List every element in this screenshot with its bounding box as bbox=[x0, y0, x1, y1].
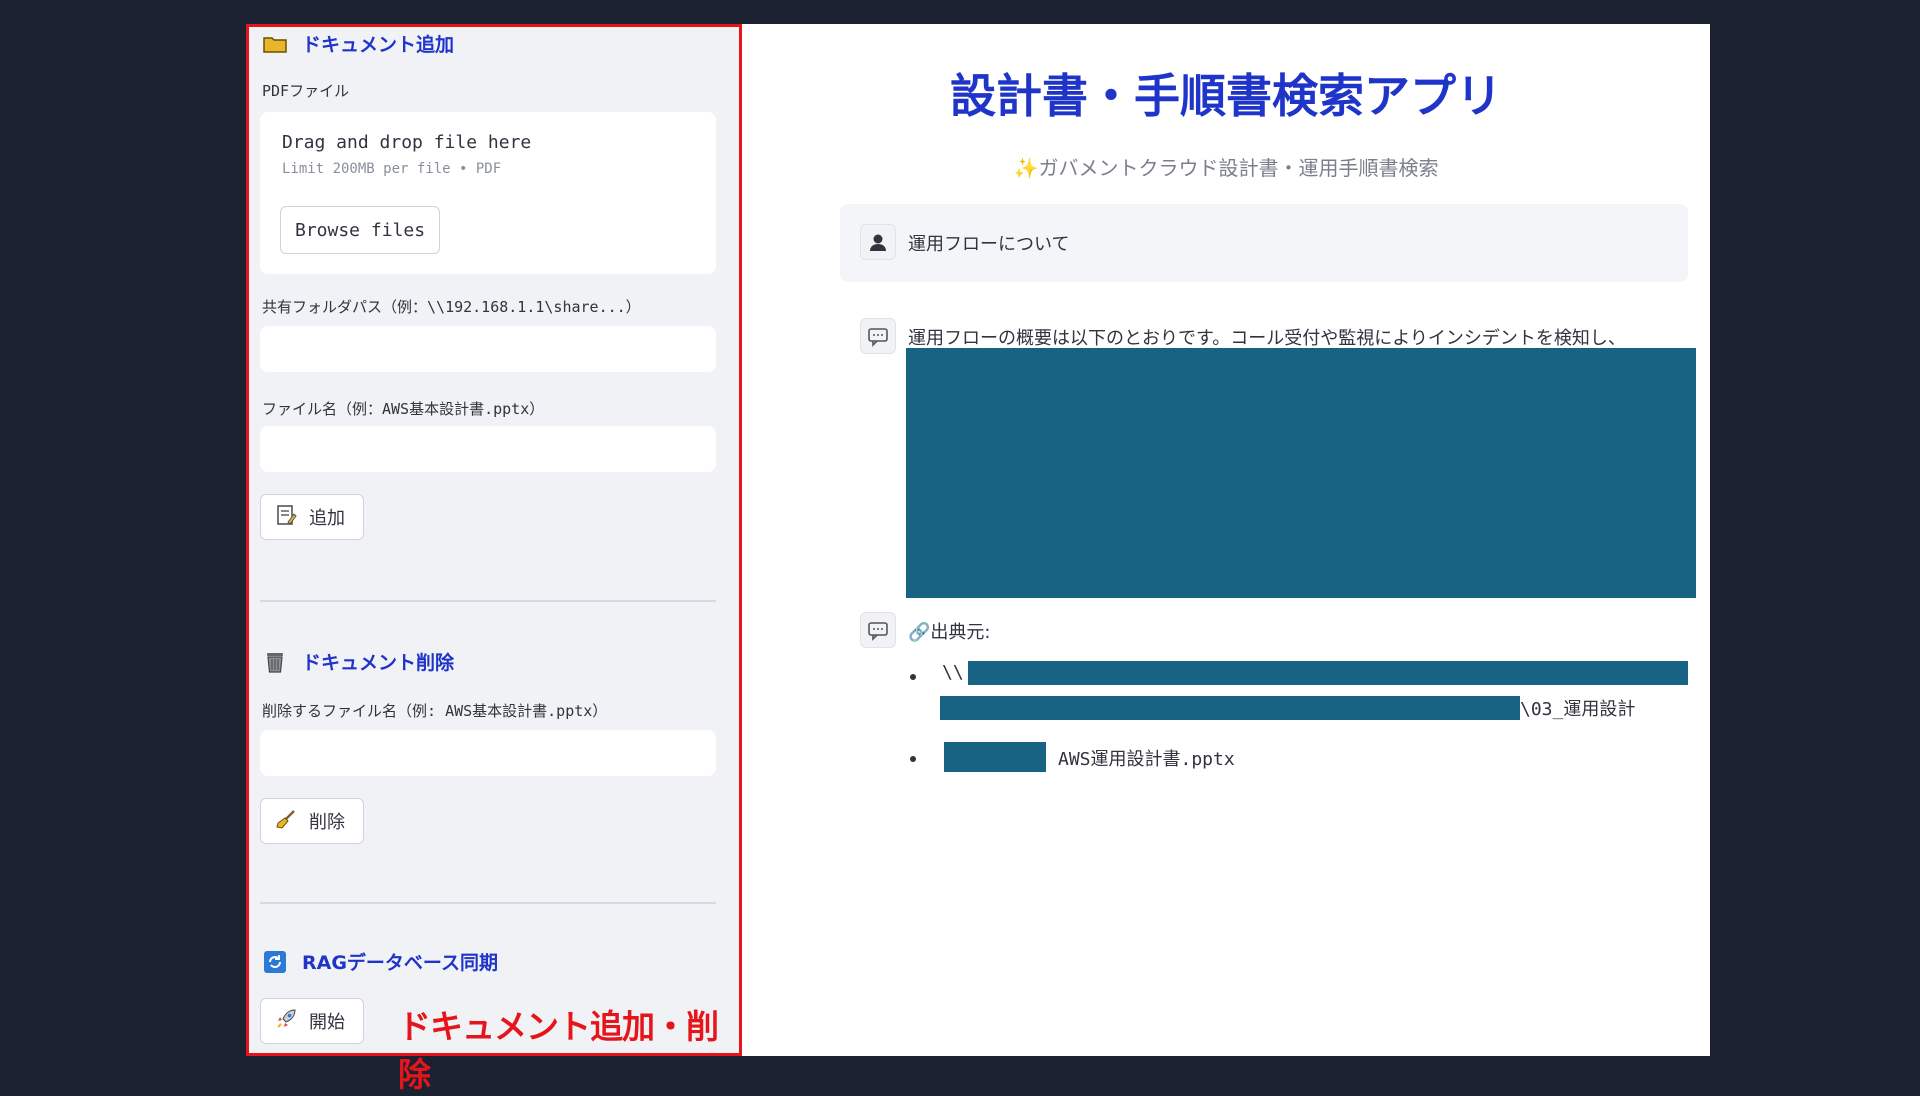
redaction-block bbox=[940, 696, 1520, 720]
delete-button-label: 削除 bbox=[309, 812, 345, 833]
sources-label: 🔗出典元: bbox=[908, 622, 991, 643]
user-avatar-icon bbox=[860, 224, 896, 260]
filename-label: ファイル名（例：AWS基本設計書.pptx） bbox=[262, 400, 545, 418]
folder-icon bbox=[262, 31, 288, 57]
start-button[interactable]: 開始 bbox=[260, 998, 364, 1044]
redaction-block bbox=[944, 742, 1046, 772]
annotation-label: ドキュメント追加・削除 bbox=[398, 1007, 719, 1094]
source2-filename: AWS運用設計書.pptx bbox=[1058, 749, 1235, 770]
delete-filename-input[interactable] bbox=[260, 730, 716, 776]
main-panel: 設計書・手順書検索アプリ ✨ガバメントクラウド設計書・運用手順書検索 運用フロー… bbox=[742, 24, 1710, 1056]
assistant-avatar-icon bbox=[860, 318, 896, 354]
share-path-input[interactable] bbox=[260, 326, 716, 372]
delete-button[interactable]: 削除 bbox=[260, 798, 364, 844]
source1-suffix: \03_運用設計 bbox=[1520, 699, 1636, 720]
start-button-label: 開始 bbox=[309, 1012, 345, 1033]
filename-input[interactable] bbox=[260, 426, 716, 472]
sync-section-title: RAGデータベース同期 bbox=[262, 948, 498, 975]
pdf-label: PDFファイル bbox=[262, 82, 350, 100]
broom-icon bbox=[275, 808, 297, 835]
share-path-label: 共有フォルダパス（例：\\192.168.1.1\share...） bbox=[262, 298, 641, 316]
rocket-icon bbox=[275, 1008, 297, 1035]
browse-files-button[interactable]: Browse files bbox=[280, 206, 441, 254]
sidebar: ドキュメント追加 PDFファイル Drag and drop file here… bbox=[246, 24, 742, 1094]
dropzone-limit: Limit 200MB per file • PDF bbox=[282, 161, 502, 177]
add-button[interactable]: 追加 bbox=[260, 494, 364, 540]
refresh-icon bbox=[262, 949, 288, 975]
dropzone-text: Drag and drop file here bbox=[282, 132, 532, 153]
source1-prefix: \\ bbox=[942, 662, 964, 683]
list-bullet bbox=[910, 674, 916, 680]
redaction-block bbox=[968, 661, 1688, 685]
add-button-label: 追加 bbox=[309, 508, 345, 529]
assistant-avatar-icon bbox=[860, 612, 896, 648]
divider bbox=[260, 600, 716, 602]
sync-section-title-text: RAGデータベース同期 bbox=[302, 952, 498, 974]
trash-icon bbox=[262, 649, 288, 675]
user-message-text: 運用フローについて bbox=[908, 234, 1070, 255]
user-message: 運用フローについて bbox=[840, 204, 1688, 282]
add-section-title-text: ドキュメント追加 bbox=[302, 34, 455, 56]
file-dropzone[interactable]: Drag and drop file here Limit 200MB per … bbox=[260, 112, 716, 274]
redaction-block bbox=[906, 348, 1696, 598]
memo-icon bbox=[275, 504, 297, 531]
divider bbox=[260, 902, 716, 904]
page-title: 設計書・手順書検索アプリ bbox=[950, 69, 1502, 123]
page-subtitle: ✨ガバメントクラウド設計書・運用手順書検索 bbox=[1013, 156, 1439, 180]
delete-section-title: ドキュメント削除 bbox=[262, 648, 454, 675]
assistant-message-text: 運用フローの概要は以下のとおりです。コール受付や監視によりインシデントを検知し、 bbox=[908, 328, 1626, 349]
app-window: ドキュメント追加 PDFファイル Drag and drop file here… bbox=[246, 24, 1710, 1094]
list-bullet bbox=[910, 756, 916, 762]
delete-filename-label: 削除するファイル名（例: AWS基本設計書.pptx） bbox=[262, 702, 608, 720]
add-section-title: ドキュメント追加 bbox=[262, 30, 454, 57]
delete-section-title-text: ドキュメント削除 bbox=[302, 652, 455, 674]
